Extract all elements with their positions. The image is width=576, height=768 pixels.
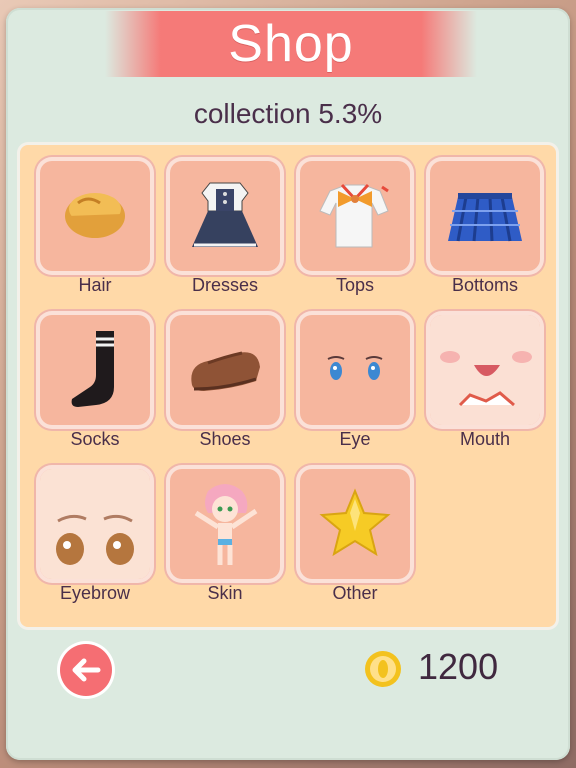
category-tile[interactable] [300, 161, 410, 271]
category-label: Skin [207, 583, 243, 603]
category-label: Eyebrow [59, 583, 131, 603]
category-tops[interactable]: Tops [300, 161, 412, 311]
coin-balance: 1200 [418, 646, 499, 687]
category-tile[interactable] [300, 315, 410, 425]
category-label: Shoes [199, 429, 251, 449]
category-tile[interactable] [170, 161, 280, 271]
category-shoes[interactable]: Shoes [170, 315, 282, 465]
category-label: Socks [70, 429, 120, 449]
skirt-icon [448, 193, 522, 242]
category-skin[interactable]: Skin [170, 469, 282, 619]
eyebrow-icon [40, 469, 150, 579]
category-grid: Hair Dresses Tops Bottoms Socks Shoes Ey… [20, 145, 556, 627]
title-banner: Shop [105, 11, 477, 77]
category-eye[interactable]: Eye [300, 315, 412, 465]
hair-icon [65, 193, 125, 238]
category-eyebrow[interactable]: Eyebrow [40, 469, 152, 619]
category-tile[interactable] [170, 315, 280, 425]
category-tile[interactable] [170, 469, 280, 579]
category-tile[interactable] [300, 469, 410, 579]
coin-icon [365, 651, 401, 687]
category-socks[interactable]: Socks [40, 315, 152, 465]
category-label: Mouth [459, 429, 511, 449]
category-label: Dresses [191, 275, 258, 295]
category-bottoms[interactable]: Bottoms [430, 161, 542, 311]
category-tile[interactable] [430, 161, 540, 271]
back-arrow-icon [72, 658, 101, 682]
sock-icon [71, 331, 114, 407]
category-tile[interactable] [40, 161, 150, 271]
mouth-icon [430, 315, 540, 425]
category-tile[interactable] [40, 315, 150, 425]
eyes-icon [327, 356, 383, 380]
category-mouth[interactable]: Mouth [430, 315, 542, 465]
category-label: Other [332, 583, 378, 603]
category-dresses[interactable]: Dresses [170, 161, 282, 311]
category-tile[interactable] [430, 315, 540, 425]
category-other[interactable]: Other [300, 469, 412, 619]
top-icon [319, 183, 389, 248]
category-hair[interactable]: Hair [40, 161, 152, 311]
category-label: Eye [339, 429, 371, 449]
category-tile[interactable] [40, 469, 150, 579]
collection-progress: collection 5.3% [193, 98, 383, 129]
star-icon [319, 488, 391, 557]
back-button[interactable] [60, 644, 112, 696]
page-title: Shop [228, 15, 354, 73]
skin-icon [194, 484, 258, 565]
category-label: Bottoms [451, 275, 519, 295]
category-label: Tops [335, 275, 375, 295]
category-label: Hair [78, 275, 112, 295]
shoe-icon [191, 351, 260, 391]
dress-icon [192, 182, 258, 247]
